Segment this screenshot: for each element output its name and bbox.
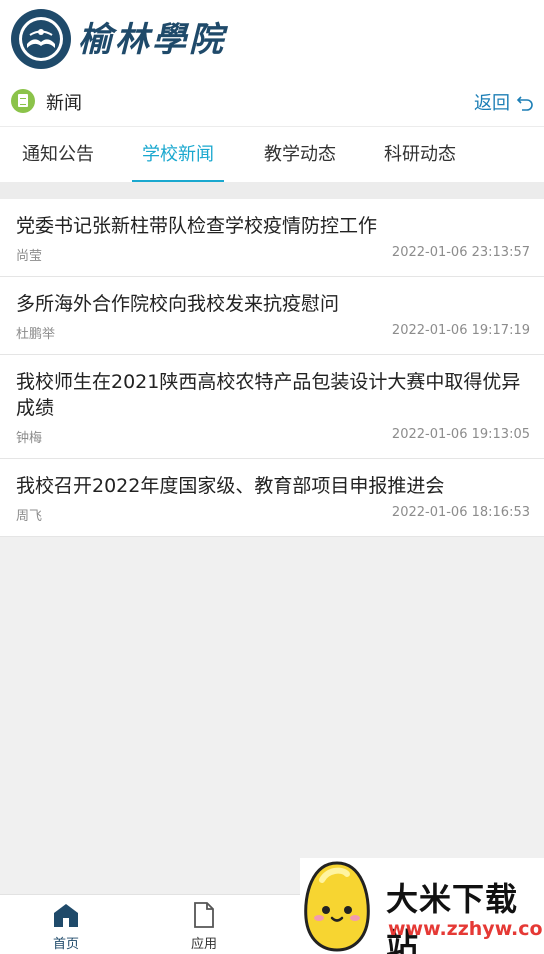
- back-arrow-icon: [516, 96, 533, 111]
- watermark-url: www.zzhyw.com: [388, 918, 544, 940]
- news-icon: [11, 89, 35, 113]
- divider: [0, 182, 544, 199]
- news-item[interactable]: 多所海外合作院校向我校发来抗疫慰问 杜鹏举 2022-01-06 19:17:1…: [0, 277, 544, 355]
- tabbar-item-home[interactable]: 首页: [26, 901, 106, 952]
- rice-mascot-icon: [304, 861, 370, 952]
- tabbar-item-apps[interactable]: 应用: [164, 901, 244, 952]
- university-emblem-icon: [11, 9, 71, 69]
- tab-school-news[interactable]: 学校新闻: [132, 127, 224, 182]
- tab-research-news[interactable]: 科研动态: [372, 127, 468, 182]
- news-title: 我校师生在2021陕西高校农特产品包装设计大赛中取得优异成绩: [16, 371, 521, 419]
- news-author: 钟梅: [16, 431, 43, 446]
- news-list: 党委书记张新柱带队检查学校疫情防控工作 尚莹 2022-01-06 23:13:…: [0, 199, 544, 537]
- news-category-tabs: 通知公告 学校新闻 教学动态 科研动态: [0, 126, 544, 182]
- news-author: 尚莹: [16, 249, 43, 264]
- news-timestamp: 2022-01-06 19:17:19: [391, 323, 530, 338]
- news-timestamp: 2022-01-06 18:16:53: [391, 505, 530, 520]
- back-label: 返回: [474, 93, 510, 114]
- university-logo-text: 榆林學院: [78, 20, 226, 60]
- tabbar-label: 应用: [190, 937, 217, 952]
- news-timestamp: 2022-01-06 19:13:05: [391, 427, 530, 442]
- document-icon: [194, 902, 214, 928]
- news-title: 我校召开2022年度国家级、教育部项目申报推进会: [16, 475, 445, 497]
- section-bar: 新闻 返回: [0, 78, 544, 126]
- news-item[interactable]: 我校召开2022年度国家级、教育部项目申报推进会 周飞 2022-01-06 1…: [0, 459, 544, 537]
- tab-notices[interactable]: 通知公告: [10, 127, 106, 182]
- news-timestamp: 2022-01-06 23:13:57: [391, 245, 530, 260]
- news-item[interactable]: 我校师生在2021陕西高校农特产品包装设计大赛中取得优异成绩 钟梅 2022-0…: [0, 355, 544, 459]
- back-button[interactable]: 返回: [474, 89, 534, 115]
- tabbar-label: 首页: [52, 937, 79, 952]
- app-header: 榆林學院: [0, 0, 544, 78]
- tab-teaching-news[interactable]: 教学动态: [252, 127, 348, 182]
- section-title: 新闻: [46, 93, 82, 114]
- watermark-name: 大米下载站: [386, 880, 519, 954]
- news-title: 多所海外合作院校向我校发来抗疫慰问: [16, 293, 340, 315]
- news-title: 党委书记张新柱带队检查学校疫情防控工作: [16, 215, 378, 237]
- watermark: 大米下载站 www.zzhyw.com: [300, 858, 544, 954]
- home-icon: [54, 904, 78, 927]
- news-item[interactable]: 党委书记张新柱带队检查学校疫情防控工作 尚莹 2022-01-06 23:13:…: [0, 199, 544, 277]
- news-author: 周飞: [16, 509, 43, 524]
- news-author: 杜鹏举: [16, 327, 56, 342]
